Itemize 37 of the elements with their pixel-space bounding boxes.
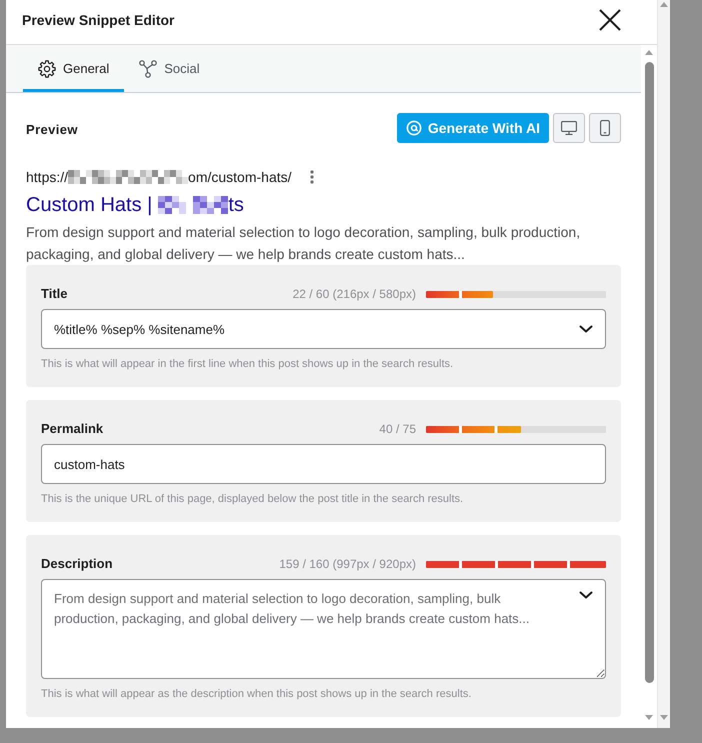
tab[interactable]: General xyxy=(23,45,124,92)
result-url-text: https:// xyxy=(26,168,68,187)
field-label: Title xyxy=(41,285,68,304)
result-description: From design support and material selection to logo decoration, sampling, bulk production, packaging, and global delivery — we help brands create custom hats... xyxy=(26,223,582,264)
nodes-icon xyxy=(139,60,158,78)
chevron-down-icon[interactable] xyxy=(579,325,593,333)
close-icon xyxy=(598,8,622,32)
chevron-down-icon[interactable] xyxy=(579,591,593,599)
vertical-dots-icon xyxy=(310,170,314,184)
textarea-field[interactable]: From design support and material selection to logo decoration, sampling, bulk production, packaging, and global delivery — we help brands create custom hats... xyxy=(41,579,606,679)
input-field[interactable]: custom-hats xyxy=(41,444,606,484)
monitor-icon xyxy=(561,121,577,135)
help-text: This is what will appear in the first line when this post shows up in the search results. xyxy=(41,357,454,372)
dialog-title: Preview Snippet Editor xyxy=(22,12,174,28)
desktop-view-button[interactable] xyxy=(553,113,585,143)
phone-icon xyxy=(600,120,610,136)
character-counter: 40 / 75 xyxy=(379,421,416,438)
scrollbar-thumb[interactable] xyxy=(644,62,654,683)
field-label: Description xyxy=(41,555,114,574)
at-sign-icon xyxy=(406,120,422,136)
dropdown-field[interactable]: %title% %sep% %sitename% xyxy=(41,309,606,349)
character-counter: 159 / 160 (997px / 920px) xyxy=(279,556,416,573)
preview-heading: Preview xyxy=(26,121,78,140)
scroll-up-arrow-icon[interactable] xyxy=(660,2,668,7)
result-url-text: om/custom-hats/ xyxy=(188,168,292,187)
pixelated-redaction xyxy=(158,196,228,214)
close-button[interactable] xyxy=(598,8,622,32)
field-label: Permalink xyxy=(41,420,104,438)
help-text: This is what will appear as the description when this post shows up in the search results. xyxy=(41,687,472,702)
result-title-link[interactable]: ts xyxy=(228,192,244,218)
character-counter: 22 / 60 (216px / 580px) xyxy=(292,286,416,303)
mobile-view-button[interactable] xyxy=(589,113,621,143)
scroll-up-arrow-icon[interactable] xyxy=(645,50,653,55)
help-text: This is the unique URL of this page, displayed below the post title in the search results. xyxy=(41,492,464,507)
result-title-link[interactable]: Custom Hats | xyxy=(26,192,152,218)
gear-icon xyxy=(38,60,56,78)
tab[interactable]: Social xyxy=(124,45,215,92)
